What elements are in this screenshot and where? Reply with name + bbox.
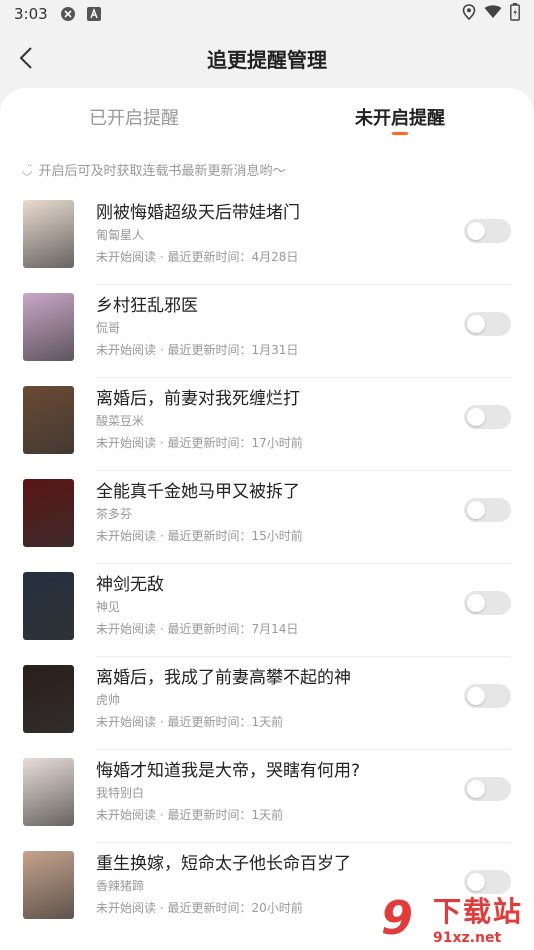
book-title: 刚被悔婚超级天后带娃堵门 xyxy=(96,203,300,223)
status-time: 3:03 xyxy=(14,5,48,23)
book-status: 未开始阅读 · 最近更新时间：1天前 xyxy=(96,715,284,729)
book-cover[interactable] xyxy=(23,665,74,733)
book-title: 离婚后，前妻对我死缠烂打 xyxy=(96,389,300,409)
book-title: 离婚后，我成了前妻高攀不起的神 xyxy=(96,668,351,688)
tab-bar: 已开启提醒 未开启提醒 xyxy=(0,88,534,144)
list-item[interactable]: 刚被悔婚超级天后带娃堵门匍匐星人未开始阅读 · 最近更新时间：4月28日 xyxy=(0,192,534,285)
battery-icon xyxy=(510,3,520,25)
book-cover[interactable] xyxy=(23,386,74,454)
list-item[interactable]: 悔婚才知道我是大帝，哭瞎有何用? 我特别白未开始阅读 · 最近更新时间：1天前 xyxy=(0,750,534,843)
watermark-text: 下载站 91xz.net xyxy=(433,890,523,946)
book-cover[interactable] xyxy=(23,293,74,361)
toggle-knob xyxy=(467,780,485,798)
watermark-title: 下载站 xyxy=(433,894,524,928)
toggle-knob xyxy=(467,594,485,612)
status-bar: 3:03 xyxy=(0,0,534,28)
app-notification-icon xyxy=(60,6,76,22)
hint-text-row: ◡̈ 开启后可及时获取连载书最新更新消息哟～ xyxy=(22,160,286,180)
book-status: 未开始阅读 · 最近更新时间：7月14日 xyxy=(96,622,299,636)
list-item[interactable]: 全能真千金她马甲又被拆了茶多芬未开始阅读 · 最近更新时间：15小时前 xyxy=(0,471,534,564)
page-title: 追更提醒管理 xyxy=(207,47,327,72)
reminder-toggle[interactable] xyxy=(464,684,511,708)
book-cover[interactable] xyxy=(23,479,74,547)
book-status: 未开始阅读 · 最近更新时间：4月28日 xyxy=(96,250,299,264)
toggle-knob xyxy=(467,501,485,519)
book-list: 刚被悔婚超级天后带娃堵门匍匐星人未开始阅读 · 最近更新时间：4月28日乡村狂乱… xyxy=(0,192,534,936)
toggle-knob xyxy=(467,315,485,333)
book-author: 虎帅 xyxy=(96,693,121,707)
chevron-left-icon xyxy=(19,47,32,69)
list-item[interactable]: 乡村狂乱邪医侃哥未开始阅读 · 最近更新时间：1月31日 xyxy=(0,285,534,378)
book-status: 未开始阅读 · 最近更新时间：1天前 xyxy=(96,808,284,822)
active-tab-indicator xyxy=(392,132,408,135)
book-status: 未开始阅读 · 最近更新时间：20小时前 xyxy=(96,901,303,915)
back-button[interactable] xyxy=(12,44,40,72)
book-author: 神见 xyxy=(96,600,121,614)
book-author: 匍匐星人 xyxy=(96,228,145,242)
watermark: 9 下载站 91xz.net xyxy=(365,885,534,950)
book-author: 香辣猪蹄 xyxy=(96,879,145,893)
title-bar: 追更提醒管理 xyxy=(0,30,534,86)
a-notification-icon xyxy=(86,6,102,22)
book-author: 茶多芬 xyxy=(96,507,133,521)
reminder-toggle[interactable] xyxy=(464,777,511,801)
toggle-knob xyxy=(467,222,485,240)
list-item[interactable]: 离婚后，前妻对我死缠烂打酸菜豆米未开始阅读 · 最近更新时间：17小时前 xyxy=(0,378,534,471)
book-author: 酸菜豆米 xyxy=(96,414,145,428)
hint-text: 开启后可及时获取连载书最新更新消息哟～ xyxy=(38,164,286,179)
watermark-url: 91xz.net xyxy=(433,929,502,946)
book-cover[interactable] xyxy=(23,851,74,919)
book-title: 乡村狂乱邪医 xyxy=(96,296,198,316)
location-icon xyxy=(462,4,476,24)
content-sheet: 已开启提醒 未开启提醒 ◡̈ 开启后可及时获取连载书最新更新消息哟～ 刚被悔婚超… xyxy=(0,88,534,950)
book-author: 我特别白 xyxy=(96,786,145,800)
book-author: 侃哥 xyxy=(96,321,121,335)
watermark-logo: 9 xyxy=(380,890,413,945)
toggle-knob xyxy=(467,408,485,426)
book-title: 重生换嫁，短命太子他长命百岁了 xyxy=(96,854,351,874)
toggle-knob xyxy=(467,687,485,705)
reminder-toggle[interactable] xyxy=(464,219,511,243)
book-cover[interactable] xyxy=(23,758,74,826)
reminder-toggle[interactable] xyxy=(464,591,511,615)
book-cover[interactable] xyxy=(23,572,74,640)
list-item[interactable]: 离婚后，我成了前妻高攀不起的神虎帅未开始阅读 · 最近更新时间：1天前 xyxy=(0,657,534,750)
book-status: 未开始阅读 · 最近更新时间：17小时前 xyxy=(96,436,303,450)
book-title: 悔婚才知道我是大帝，哭瞎有何用? xyxy=(96,761,361,781)
book-status: 未开始阅读 · 最近更新时间：15小时前 xyxy=(96,529,303,543)
reminder-toggle[interactable] xyxy=(464,405,511,429)
book-status: 未开始阅读 · 最近更新时间：1月31日 xyxy=(96,343,299,357)
smile-icon: ◡̈ xyxy=(22,162,33,177)
wifi-icon xyxy=(484,5,502,23)
book-title: 全能真千金她马甲又被拆了 xyxy=(96,482,300,502)
reminder-toggle[interactable] xyxy=(464,498,511,522)
list-item[interactable]: 神剑无敌神见未开始阅读 · 最近更新时间：7月14日 xyxy=(0,564,534,657)
reminder-toggle[interactable] xyxy=(464,312,511,336)
tab-disabled-reminders[interactable]: 未开启提醒 xyxy=(320,104,480,130)
tab-enabled-reminders[interactable]: 已开启提醒 xyxy=(54,104,214,130)
status-icons xyxy=(462,3,520,25)
book-title: 神剑无敌 xyxy=(96,575,164,595)
book-cover[interactable] xyxy=(23,200,74,268)
